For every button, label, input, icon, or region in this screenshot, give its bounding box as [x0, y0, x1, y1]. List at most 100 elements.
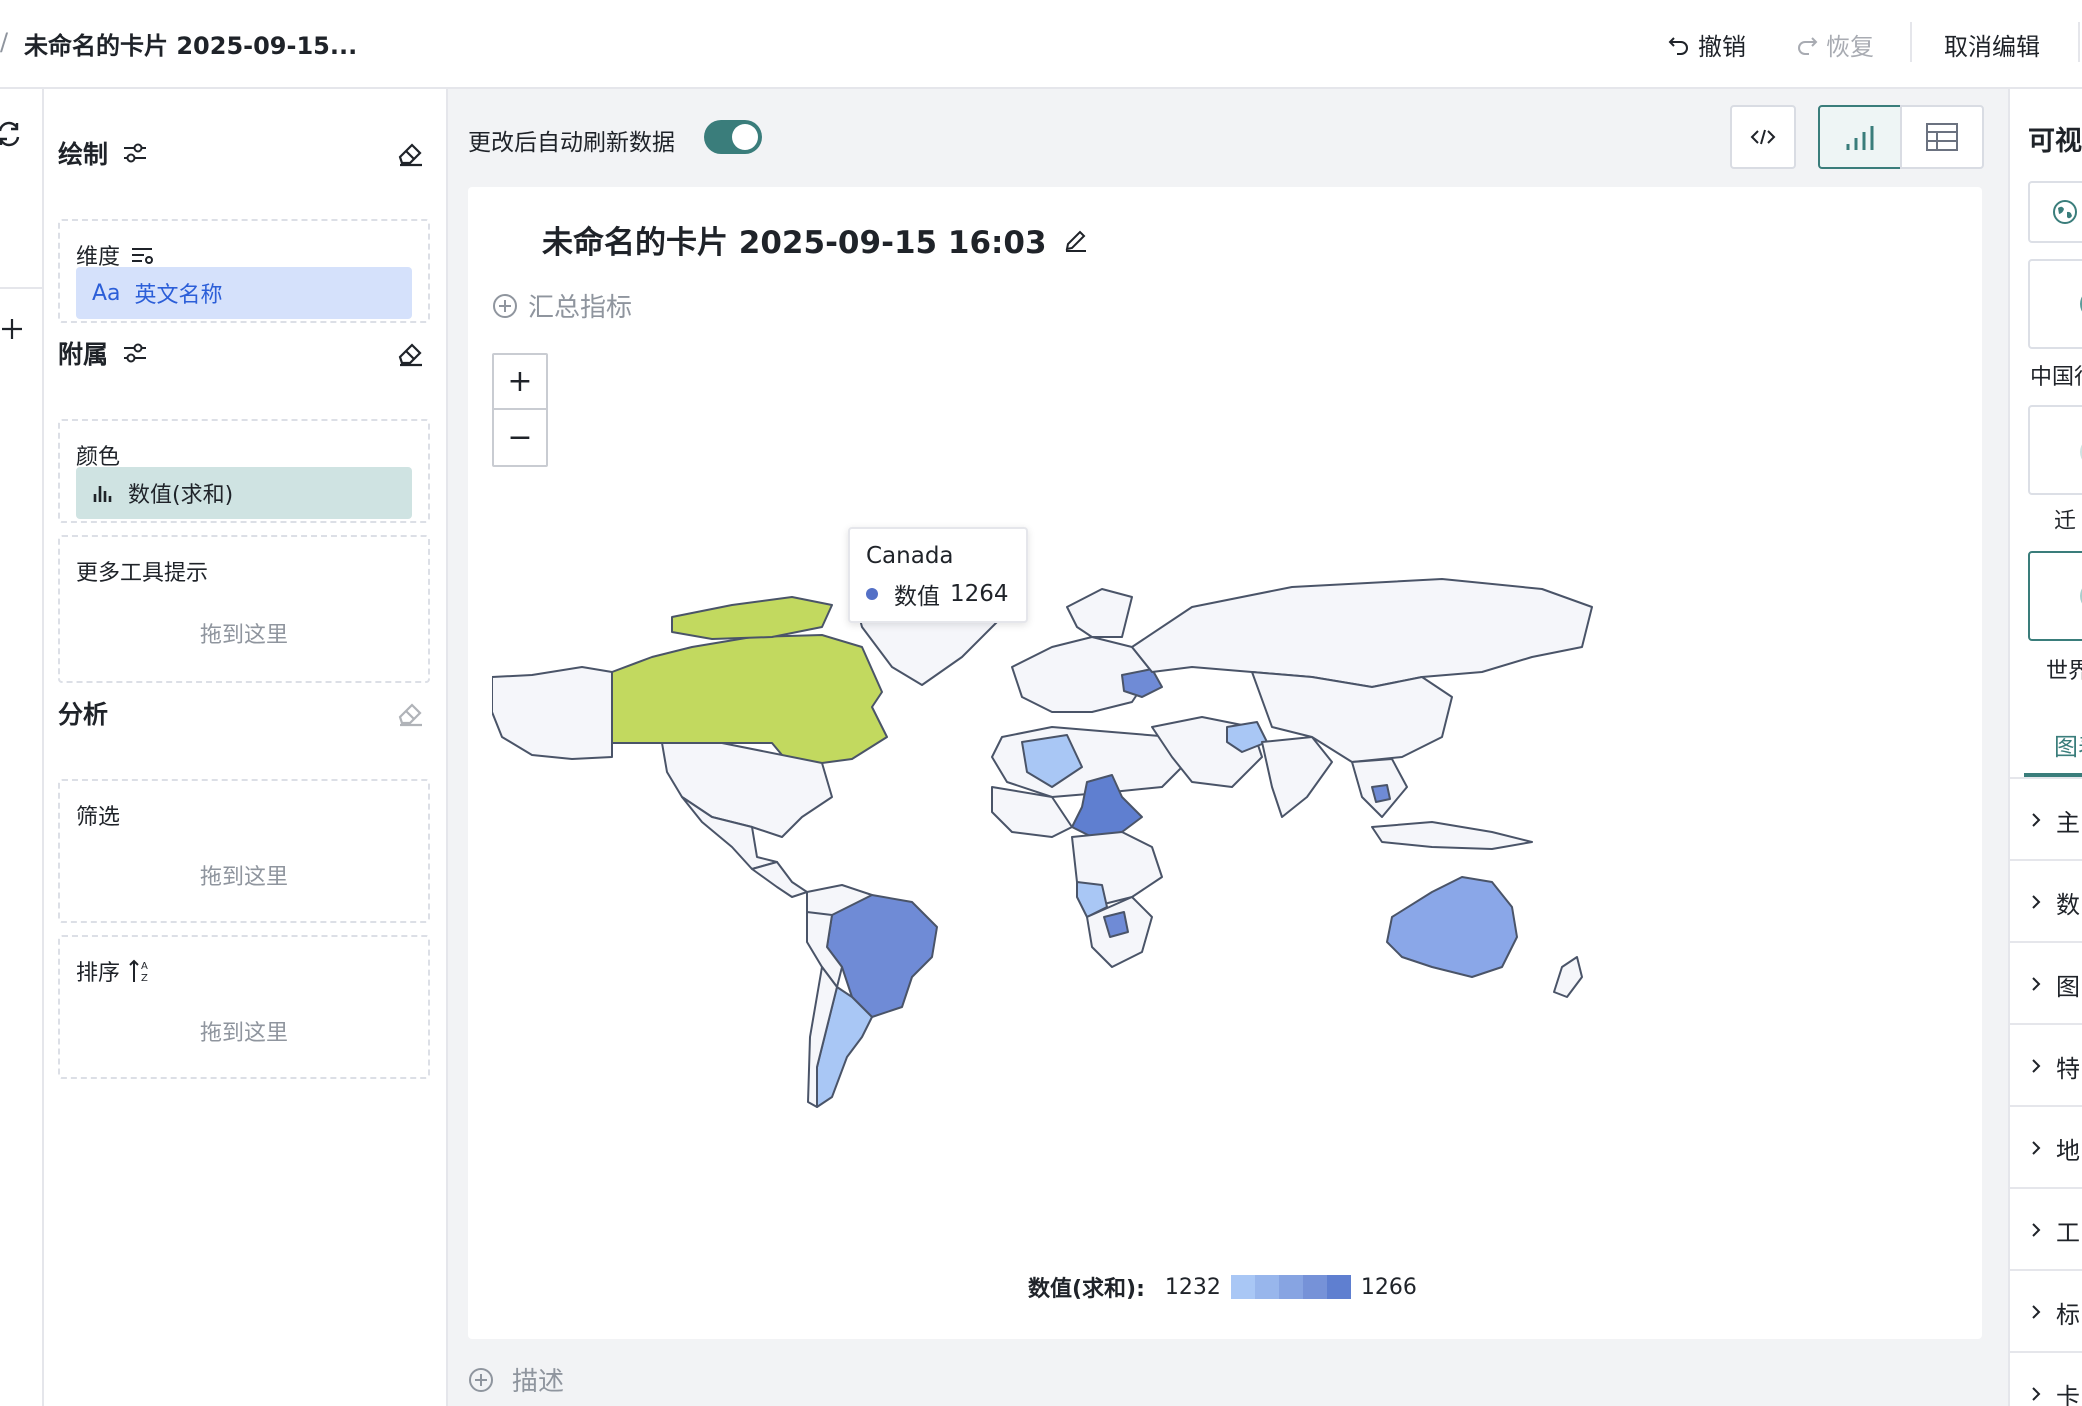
config-panel: 绘制 维度 Aa 英文名称 附属 颜色 数值(求和) 更多工具提示 拖到这里 分… [44, 89, 448, 1406]
sort-well[interactable]: 排序 AZ 拖到这里 [58, 935, 430, 1079]
redo-label: 恢复 [1826, 32, 1874, 61]
sliders-icon[interactable] [122, 340, 148, 366]
region-ukraine[interactable] [1121, 668, 1163, 698]
region-cambodia[interactable] [1371, 784, 1391, 803]
edit-pencil-icon[interactable] [1063, 227, 1089, 253]
tooltip-series-dot [866, 588, 878, 600]
region-alaska[interactable] [492, 666, 613, 760]
legend-min: 1232 [1164, 1274, 1221, 1300]
dimension-field-pill[interactable]: Aa 英文名称 [76, 267, 412, 319]
zoom-out-button[interactable]: − [494, 410, 546, 465]
accordion-item[interactable]: 标 [2030, 1271, 2082, 1353]
draw-section-title: 绘制 [58, 140, 109, 169]
tooltip-metric-label: 数值 [894, 584, 940, 610]
analysis-section-title: 分析 [58, 700, 109, 729]
add-description-button[interactable]: 描述 [468, 1361, 564, 1398]
table-view-button[interactable] [1900, 105, 1984, 169]
tab-chart[interactable]: 图表 [2054, 727, 2082, 762]
code-view-button[interactable] [1730, 105, 1796, 169]
tooltip-metric-row: 数值 1264 [866, 577, 1010, 611]
legend-ramp-step [1278, 1275, 1303, 1299]
chart-thumb-china-map[interactable] [2028, 259, 2082, 349]
accordion-item[interactable]: 地 [2030, 1107, 2082, 1189]
chart-view-button[interactable] [1818, 105, 1902, 169]
eraser-icon[interactable] [394, 337, 426, 369]
sort-drop-hint: 拖到这里 [199, 1021, 288, 1046]
topbar-divider [1910, 22, 1912, 62]
region-central-america[interactable] [751, 861, 808, 898]
accordion-item[interactable]: 特 [2030, 1025, 2082, 1107]
zoom-control: + − [492, 353, 548, 467]
accordion-item-label: 标 [2056, 1300, 2080, 1329]
accordion-item-label: 地 [2056, 1136, 2080, 1165]
accordion-item-label: 特 [2056, 1054, 2080, 1083]
bar-chart-icon [1846, 126, 1874, 150]
region-canada[interactable] [611, 634, 888, 768]
legend-ramp-step [1326, 1275, 1351, 1299]
visualization-panel: 可视 中国行 迁 世界 图表 主数图特地工标卡 [2008, 89, 2082, 1406]
color-field-pill[interactable]: 数值(求和) [76, 467, 412, 519]
sliders-icon[interactable] [122, 140, 148, 166]
region-arctic-islands[interactable] [671, 596, 833, 640]
cancel-edit-label: 取消编辑 [1944, 32, 2040, 61]
draw-section-header: 绘制 [58, 133, 148, 173]
breadcrumb-separator: / [0, 28, 9, 56]
chevron-right-icon [2032, 1305, 2041, 1319]
plus-circle-icon [469, 1367, 493, 1392]
auto-refresh-toggle[interactable] [704, 120, 762, 154]
accordion-item[interactable]: 工 [2030, 1189, 2082, 1271]
accordion-item[interactable]: 数 [2030, 861, 2082, 943]
chart-thumb-migration-map[interactable] [2028, 405, 2082, 495]
analysis-section-header: 分析 [58, 693, 108, 733]
breadcrumb-card-title[interactable]: 未命名的卡片 2025-09-15... [24, 26, 357, 61]
cancel-edit-button[interactable]: 取消编辑 [1944, 24, 2040, 64]
filter-drop-hint: 拖到这里 [199, 865, 288, 890]
zoom-in-button[interactable]: + [494, 355, 546, 410]
accordion-item[interactable]: 卡 [2030, 1353, 2082, 1406]
chart-type-search[interactable] [2028, 181, 2082, 243]
legend-color-ramp[interactable] [1230, 1275, 1351, 1299]
region-south-asia[interactable] [1261, 736, 1333, 818]
legend-ramp-step [1230, 1275, 1255, 1299]
region-russia[interactable] [1131, 578, 1593, 688]
chart-thumb-label: 迁 [2054, 509, 2077, 534]
chart-thumb-label: 世界 [2046, 659, 2082, 684]
accordion-item[interactable]: 图 [2030, 943, 2082, 1025]
tooltip-well[interactable]: 更多工具提示 拖到这里 [58, 535, 430, 683]
add-icon[interactable] [0, 317, 24, 341]
add-metric-button[interactable]: 汇总指标 [492, 287, 632, 324]
swap-icon[interactable] [0, 119, 24, 149]
tooltip-region-name: Canada [866, 543, 954, 569]
legend-max: 1266 [1360, 1274, 1417, 1300]
redo-button[interactable]: 恢复 [1796, 24, 1874, 64]
legend-ramp-step [1254, 1275, 1279, 1299]
chart-thumb-label: 中国行 [2030, 365, 2082, 390]
world-map[interactable] [492, 497, 1958, 1257]
color-well[interactable]: 颜色 数值(求和) [58, 419, 430, 523]
legend-title: 数值(求和): [1028, 1277, 1145, 1302]
region-scandinavia[interactable] [1066, 588, 1133, 638]
dimension-field-name: 英文名称 [134, 283, 223, 308]
region-new-zealand[interactable] [1553, 956, 1583, 998]
visualization-panel-title: 可视 [2028, 126, 2082, 157]
chevron-right-icon [2032, 1387, 2041, 1401]
auto-refresh-label: 更改后自动刷新数据 [468, 130, 675, 156]
chart-thumb-world-map[interactable] [2028, 551, 2082, 641]
region-indonesia[interactable] [1371, 821, 1533, 850]
undo-button[interactable]: 撤销 [1668, 24, 1746, 64]
eraser-icon[interactable] [394, 137, 426, 169]
accordion-item[interactable]: 主 [2030, 779, 2082, 861]
accordion-item-label: 图 [2056, 972, 2080, 1001]
tooltip-metric-value: 1264 [950, 581, 1009, 607]
eraser-icon[interactable] [394, 697, 426, 729]
region-australia[interactable] [1386, 876, 1518, 978]
dimension-well[interactable]: 维度 Aa 英文名称 [58, 219, 430, 323]
accordion-item-label: 卡 [2056, 1382, 2080, 1406]
chevron-right-icon [2032, 1059, 2041, 1073]
chart-card: 未命名的卡片 2025-09-15 16:03 汇总指标 + − Canada … [468, 187, 1982, 1339]
attach-section-header: 附属 [58, 333, 148, 373]
card-title: 未命名的卡片 2025-09-15 16:03 [542, 217, 1089, 262]
filter-well[interactable]: 筛选 拖到这里 [58, 779, 430, 923]
text-type-icon: Aa [92, 280, 121, 306]
color-field-name: 数值(求和) [128, 483, 234, 508]
